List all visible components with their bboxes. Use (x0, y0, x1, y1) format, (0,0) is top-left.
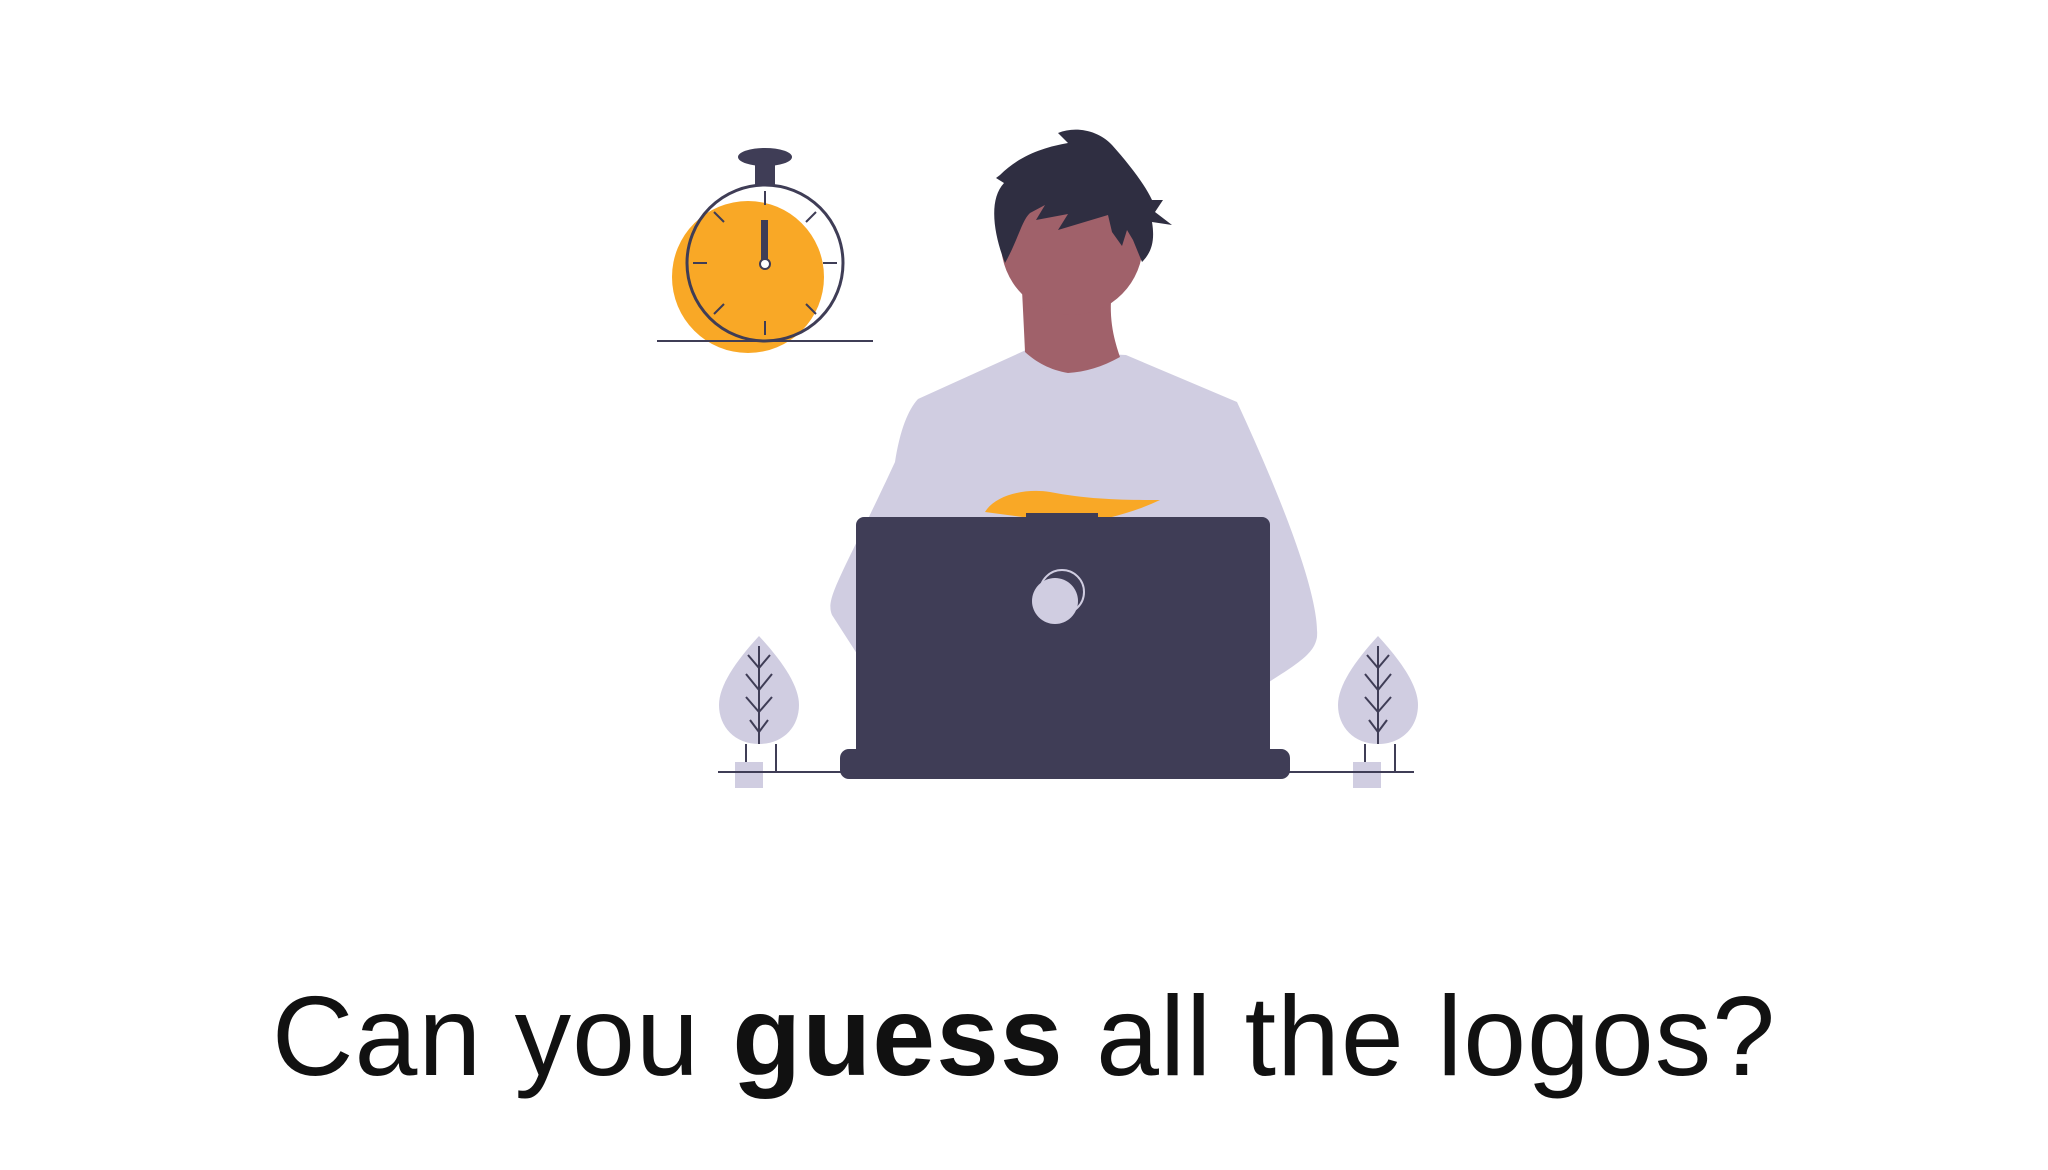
plant-left (719, 636, 799, 788)
headline-text-start: Can you (271, 973, 733, 1099)
headline-emphasis: guess (732, 973, 1064, 1099)
headline-text-end: all the logos? (1063, 973, 1777, 1099)
splash-screen: Can you guess all the logos? (0, 0, 2048, 1170)
headline: Can you guess all the logos? (0, 966, 2048, 1106)
laptop (840, 513, 1290, 779)
plant-right (1338, 636, 1418, 788)
stopwatch-icon (657, 148, 873, 353)
